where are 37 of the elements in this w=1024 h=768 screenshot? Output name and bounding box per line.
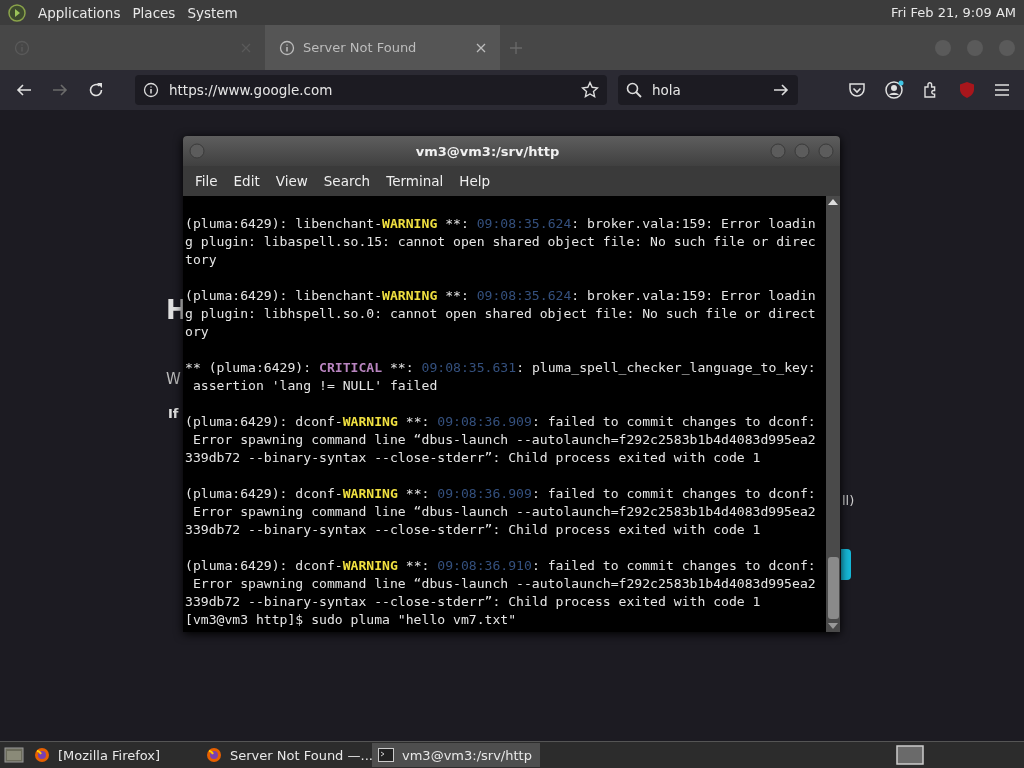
terminal-line: 339db72 --binary-syntax --close-stderr”: Child process exited with code 1 [185,521,762,539]
terminal-line: ** (pluma:6429): CRITICAL **: 09:08:35.631: pluma_spell_checker_language_to_key: [185,359,817,377]
clock[interactable]: Fri Feb 21, 9:09 AM [891,5,1016,20]
terminal-line: g plugin: libaspell.so.15: cannot open shared object file: No such file or direc [185,233,817,251]
terminal-line: Error spawning command line “dbus-launch --autolaunch=f292c2583b1b4d4083d995ea2 [191,431,817,449]
terminal-line: (pluma:6429): libenchant-WARNING **: 09:08:35.624: broker.vala:159: Error loadin [185,215,817,233]
panel-menu[interactable]: System [187,4,238,21]
panel-menu[interactable]: Applications [38,4,121,21]
taskbar-button[interactable]: [Mozilla Firefox] [28,743,196,767]
terminal-line: ory [185,323,210,341]
terminal-line: [vm3@vm3 http]$ sudo pluma "hello vm7.txt" [185,611,518,629]
terminal-line: (pluma:6429): dconf-WARNING **: 09:08:36.909: failed to commit changes to dconf: [185,485,817,503]
terminal-line: Error spawning command line “dbus-launch --autolaunch=f292c2583b1b4d4083d995ea2 [191,503,817,521]
panel-menu[interactable]: Places [132,4,176,21]
terminal-line: (pluma:6429): libenchant-WARNING **: 09:08:35.624: broker.vala:159: Error loadin [185,287,817,305]
menu-item[interactable]: View [267,173,316,189]
terminal-line: (pluma:6429): dconf-WARNING **: 09:08:36.909: failed to commit changes to dconf: [185,413,817,431]
window-title: vm3@vm3:/srv/http [414,143,561,159]
page-text: If [168,406,179,421]
terminal-line: 339db72 --binary-syntax --close-stderr”: Child process exited with code 1 [185,593,762,611]
menu-item[interactable]: Edit [225,173,268,189]
browser-tab[interactable]: Server Not Found [265,25,500,70]
terminal-line: tory [185,251,218,269]
terminal-line: (pluma:6429): dconf-WARNING **: 09:08:36.910: failed to commit changes to dconf: [185,557,817,575]
terminal-line: assertion 'lang != NULL' failed [191,377,439,395]
page-text: ll) [842,493,855,508]
menu-item[interactable]: Search [315,173,379,189]
terminal-line: 339db72 --binary-syntax --close-stderr”: Child process exited with code 1 [185,449,762,467]
search-field[interactable]: hola [618,75,798,105]
taskbar-button[interactable]: vm3@vm3:/srv/http [372,743,540,767]
menu-item[interactable]: File [187,173,226,189]
url-field[interactable]: https://www.google.com [135,75,607,105]
page-text: W [166,370,181,388]
tab-title: Server Not Found [303,40,418,55]
menu-item[interactable]: Terminal [378,173,452,189]
terminal-line: Error spawning command line “dbus-launch --autolaunch=f292c2583b1b4d4083d995ea2 [191,575,817,593]
menu-item[interactable]: Help [451,173,499,189]
